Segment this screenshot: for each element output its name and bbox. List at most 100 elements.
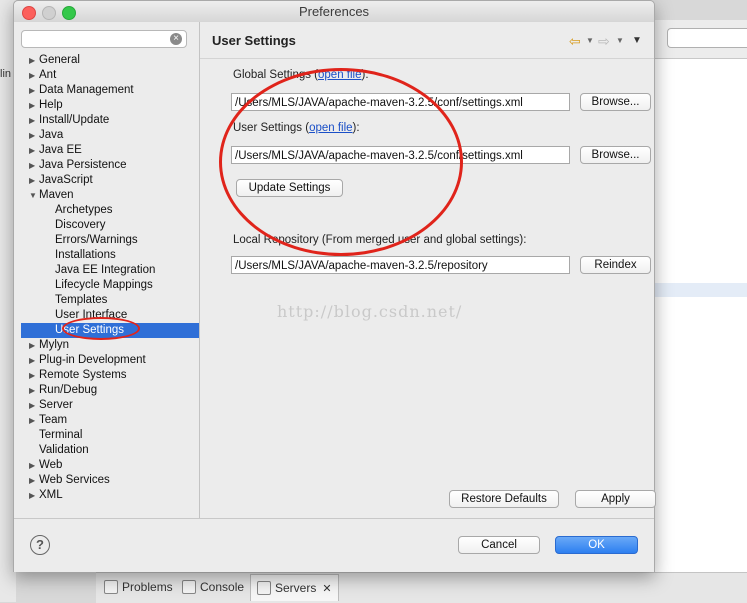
tree-item[interactable]: ▶ Web Services [21,473,199,488]
tree-item[interactable]: ▶ Ant [21,68,199,83]
chevron-right-icon[interactable]: ▶ [29,458,39,473]
chevron-right-icon[interactable]: ▶ [29,398,39,413]
tree-item[interactable]: Installations [21,248,199,263]
background-highlight-row [653,283,747,297]
chevron-right-icon[interactable]: ▶ [29,173,39,188]
annotation-oval-settings-fields [219,68,463,256]
cancel-button[interactable]: Cancel [458,536,540,554]
tree-item-label: General [39,54,80,66]
tree-item-label: Discovery [55,219,106,231]
ok-button[interactable]: OK [555,536,638,554]
chevron-right-icon[interactable]: ▶ [29,158,39,173]
tree-item[interactable]: ▶ Team [21,413,199,428]
tree-item-label: Installations [55,249,116,261]
tree-item[interactable]: ▶ Java Persistence [21,158,199,173]
tree-item[interactable]: ▼ Maven [21,188,199,203]
tree-item[interactable]: ▶ Java [21,128,199,143]
preference-tree-panel: × ▶ General ▶ Ant ▶ Data Management ▶ Help ▶ Inst… [14,22,200,518]
tree-item[interactable]: Templates [21,293,199,308]
tab-label: Problems [122,580,173,594]
problems-icon [104,580,118,594]
clear-icon[interactable]: × [170,33,182,45]
reindex-button[interactable]: Reindex [580,256,651,274]
console-icon [182,580,196,594]
chevron-right-icon[interactable]: ▶ [29,83,39,98]
tree-item-label: Maven [39,189,74,201]
tree-item[interactable]: ▶ Help [21,98,199,113]
tree-item-label: Plug-in Development [39,354,146,366]
tree-item-label: Java [39,129,64,141]
tree-item[interactable]: ▶ JavaScript [21,173,199,188]
tree-item[interactable]: ▶ Web [21,458,199,473]
global-browse-button[interactable]: Browse... [580,93,651,111]
restore-defaults-button[interactable]: Restore Defaults [449,490,559,508]
user-browse-button[interactable]: Browse... [580,146,651,164]
tree-item-label: Terminal [39,429,83,441]
window-title: Preferences [298,4,370,19]
filter-input[interactable]: × [21,30,187,48]
annotation-oval-user-settings [62,317,140,340]
servers-icon [257,581,271,595]
tree-item[interactable]: ▶ Mylyn [21,338,199,353]
tree-item-label: Mylyn [39,339,70,351]
tree-item[interactable]: Discovery [21,218,199,233]
chevron-right-icon[interactable]: ▶ [29,128,39,143]
close-icon[interactable]: ✕ [322,582,331,595]
view-menu-icon[interactable]: ▼ [632,35,642,46]
tree-item-label: Lifecycle Mappings [55,279,153,291]
chevron-down-icon[interactable]: ▼ [586,36,594,45]
background-editor [653,20,747,580]
tree-item-label: Java EE Integration [55,264,156,276]
apply-button[interactable]: Apply [575,490,656,508]
tree-item[interactable]: ▶ Java EE [21,143,199,158]
chevron-right-icon[interactable]: ▶ [29,113,39,128]
chevron-right-icon[interactable]: ▶ [29,338,39,353]
tab-label: Servers [275,581,317,595]
tab-servers[interactable]: Servers ✕ [250,574,339,601]
title-bar: Preferences [14,1,654,23]
tree-item-label: Java EE [39,144,82,156]
tree-item[interactable]: Terminal [21,428,199,443]
chevron-right-icon[interactable]: ▶ [29,143,39,158]
tree-item-label: Java Persistence [39,159,127,171]
tree-item[interactable]: ▶ Remote Systems [21,368,199,383]
chevron-right-icon[interactable]: ▶ [29,488,39,503]
tree-item-label: XML [39,489,63,501]
chevron-right-icon[interactable]: ▶ [29,368,39,383]
tree-item[interactable]: Validation [21,443,199,458]
tab-console[interactable]: Console [182,574,244,600]
chevron-right-icon[interactable]: ▶ [29,473,39,488]
tree-item[interactable]: ▶ Data Management [21,83,199,98]
tree-item[interactable]: ▶ Run/Debug [21,383,199,398]
tree-item[interactable]: Archetypes [21,203,199,218]
chevron-right-icon[interactable]: ▶ [29,98,39,113]
tree-item-label: Team [39,414,68,426]
preference-tree: ▶ General ▶ Ant ▶ Data Management ▶ Help ▶ Instal… [21,53,199,503]
chevron-down-icon[interactable]: ▼ [616,36,624,45]
tree-item[interactable]: ▶ Plug-in Development [21,353,199,368]
chevron-right-icon[interactable]: ▶ [29,383,39,398]
local-repository-field[interactable]: /Users/MLS/JAVA/apache-maven-3.2.5/repos… [231,256,570,274]
tree-item[interactable]: ▶ XML [21,488,199,503]
background-search-field[interactable] [667,28,747,48]
chevron-right-icon[interactable]: ▶ [29,413,39,428]
tree-item[interactable]: Lifecycle Mappings [21,278,199,293]
chevron-right-icon[interactable]: ▶ [29,353,39,368]
tree-item[interactable]: ▶ General [21,53,199,68]
tree-item-label: Errors/Warnings [55,234,138,246]
chevron-down-icon[interactable]: ▼ [29,188,39,203]
page-header: User Settings ⇦ ▼ ⇨ ▼ ▼ [200,22,654,59]
forward-arrow-icon[interactable]: ⇨ [598,33,610,50]
tree-item-label: Help [39,99,63,111]
help-icon[interactable]: ? [30,535,50,555]
tree-item-label: JavaScript [39,174,93,186]
tree-item[interactable]: Java EE Integration [21,263,199,278]
tab-problems[interactable]: Problems [104,574,173,600]
back-arrow-icon[interactable]: ⇦ [569,33,581,50]
tree-item-label: Remote Systems [39,369,127,381]
chevron-right-icon[interactable]: ▶ [29,68,39,83]
tree-item[interactable]: ▶ Server [21,398,199,413]
chevron-right-icon[interactable]: ▶ [29,53,39,68]
tree-item[interactable]: ▶ Install/Update [21,113,199,128]
tree-item[interactable]: Errors/Warnings [21,233,199,248]
